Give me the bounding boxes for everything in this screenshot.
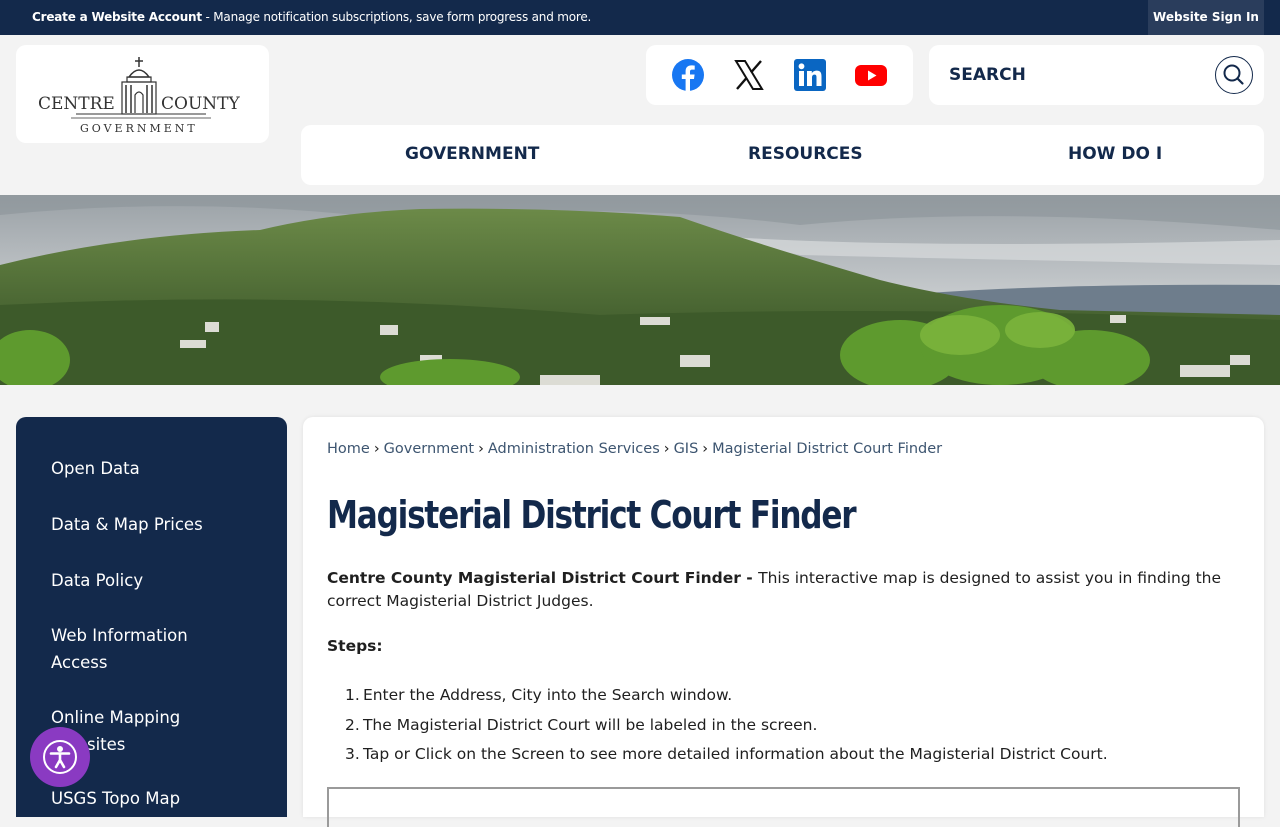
breadcrumb-gis[interactable]: GIS (674, 441, 699, 457)
map-embed-frame[interactable] (327, 787, 1240, 827)
breadcrumb: Home › Government › Administration Services ›… (327, 441, 943, 457)
accessibility-icon (49, 746, 71, 769)
intro-paragraph: Centre County Magisterial District Court… (327, 569, 1222, 610)
account-message: Create a Website Account - Manage notifi… (32, 10, 592, 24)
accessibility-button[interactable] (30, 727, 90, 787)
nav-resources[interactable]: RESOURCES (748, 144, 863, 164)
main-navigation: GOVERNMENT RESOURCES HOW DO I (301, 125, 1264, 185)
x-icon[interactable] (733, 59, 765, 91)
main-content: Home › Government › Administration Services ›… (303, 417, 1264, 827)
list-item: 2. The Magisterial District Court will b… (345, 715, 818, 734)
list-item: 3. Tap or Click on the Screen to see mor… (345, 745, 1108, 763)
steps-heading: Steps: (327, 637, 383, 655)
sidebar-item-data-policy[interactable]: Data Policy (51, 567, 251, 594)
hero-banner-image (0, 195, 1280, 385)
nav-how-do-i[interactable]: HOW DO I (1068, 144, 1162, 164)
facebook-icon[interactable] (672, 59, 704, 91)
site-logo[interactable]: CENTRE COUNTY GOVERNMENT (16, 45, 269, 143)
breadcrumb-home[interactable]: Home (327, 441, 370, 457)
nav-government[interactable]: GOVERNMENT (405, 144, 539, 164)
sidebar-item-usgs-topo-map[interactable]: USGS Topo Map (51, 785, 251, 812)
site-search (929, 45, 1264, 105)
svg-text:CENTRE: CENTRE (38, 94, 115, 114)
search-button[interactable] (1215, 56, 1253, 94)
social-links (646, 45, 913, 105)
list-item: 1. Enter the Address, City into the Sear… (345, 686, 733, 704)
sidebar-item-data-map-prices[interactable]: Data & Map Prices (51, 511, 251, 538)
steps-list: 1. Enter the Address, City into the Sear… (345, 681, 1108, 770)
youtube-icon[interactable] (855, 59, 887, 91)
search-icon (1223, 64, 1244, 85)
county-logo-icon: CENTRE COUNTY GOVERNMENT (38, 57, 240, 135)
svg-text:GOVERNMENT: GOVERNMENT (80, 122, 198, 135)
breadcrumb-current[interactable]: Magisterial District Court Finder (712, 441, 942, 457)
sidebar-item-web-information-access[interactable]: Web Information Access (51, 622, 221, 676)
svg-text:COUNTY: COUNTY (161, 94, 240, 114)
account-banner: Create a Website Account - Manage notifi… (0, 0, 1280, 35)
breadcrumb-government[interactable]: Government (384, 441, 474, 457)
website-sign-in-button[interactable]: Website Sign In (1148, 0, 1264, 35)
create-account-link[interactable]: Create a Website Account (32, 10, 202, 24)
linkedin-icon[interactable] (794, 59, 826, 91)
search-input[interactable] (949, 63, 1199, 87)
breadcrumb-administration-services[interactable]: Administration Services (488, 441, 660, 457)
page-title: Magisterial District Court Finder (327, 493, 857, 537)
sidebar-item-open-data[interactable]: Open Data (51, 455, 251, 482)
